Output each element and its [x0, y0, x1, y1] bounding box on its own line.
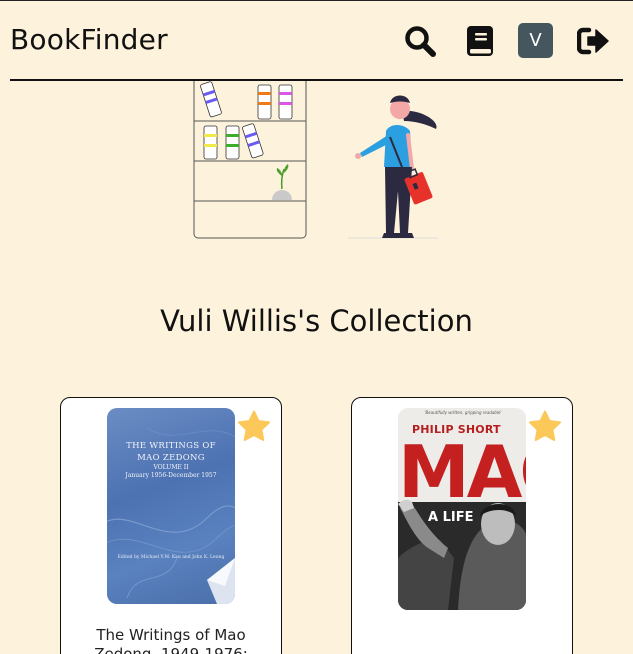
brand-logo[interactable]: BookFinder	[10, 23, 168, 56]
book-card[interactable]: THE WRITINGS OF MAO ZEDONG VOLUME II Jan…	[60, 397, 282, 654]
book-card[interactable]: 'Beautifully written, gripping readable'…	[351, 397, 573, 654]
cover-subtitle: A LIFE	[428, 510, 474, 525]
cover-title: MAO	[398, 430, 526, 514]
cover-editors: Edited by Michael Y.M. Kau and John K. L…	[117, 555, 225, 560]
favorite-star-icon[interactable]	[528, 410, 562, 446]
favorite-star-icon[interactable]	[237, 410, 271, 446]
book-icon[interactable]	[466, 25, 494, 61]
book-cover[interactable]: 'Beautifully written, gripping readable'…	[398, 408, 526, 610]
book-title[interactable]: The Writings of Mao Zedong, 1949-1976:	[71, 626, 271, 654]
reader-illustration	[355, 95, 437, 238]
cover-volume: VOLUME II January 1956-December 1957	[125, 464, 217, 479]
cover-title: THE WRITINGS OF MAO ZEDONG	[126, 441, 216, 463]
cover-tagline: 'Beautifully written, gripping readable'	[424, 410, 502, 415]
logout-icon[interactable]	[576, 27, 609, 59]
search-icon[interactable]	[404, 25, 436, 61]
user-avatar[interactable]: V	[518, 23, 553, 58]
collection-title: Vuli Willis's Collection	[160, 304, 473, 338]
book-cover[interactable]: THE WRITINGS OF MAO ZEDONG VOLUME II Jan…	[107, 408, 235, 604]
navbar: BookFinder V	[10, 1, 623, 81]
hero-illustration	[190, 81, 450, 243]
